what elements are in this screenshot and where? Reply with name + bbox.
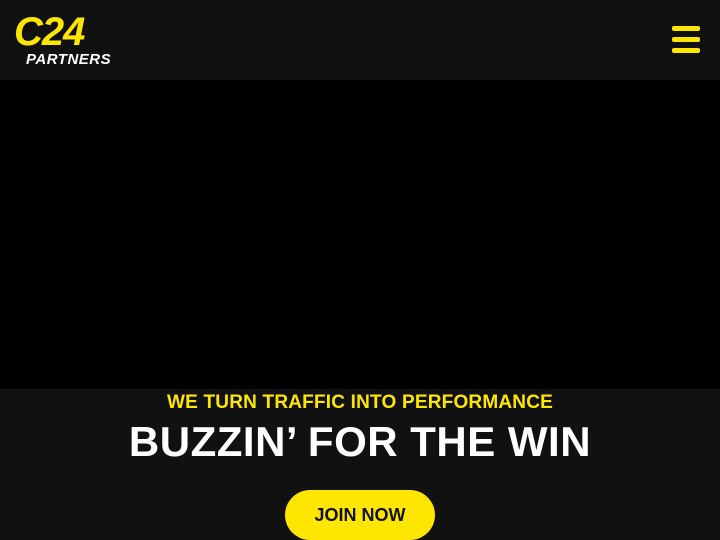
logo-sub-text: PARTNERS — [26, 51, 111, 68]
join-now-button[interactable]: JOIN NOW — [285, 490, 435, 540]
hero-video[interactable] — [0, 80, 720, 389]
hero-section: WE TURN TRAFFIC INTO PERFORMANCE BUZZIN’… — [0, 389, 720, 540]
site-header: C24 PARTNERS — [0, 0, 720, 80]
logo-main-text: C24 — [14, 13, 85, 54]
menu-bar-bottom — [672, 48, 700, 53]
hero-tagline: WE TURN TRAFFIC INTO PERFORMANCE — [166, 392, 554, 413]
menu-bar-top — [672, 26, 700, 31]
brand-logo[interactable]: C24 PARTNERS — [12, 13, 144, 69]
hero-headline: BUZZIN’ FOR THE WIN — [128, 418, 592, 465]
menu-bar-middle — [672, 37, 700, 42]
hamburger-menu-icon[interactable] — [664, 24, 708, 56]
page: C24 PARTNERS WE TURN TRAFFIC INTO PERFOR… — [0, 0, 720, 540]
